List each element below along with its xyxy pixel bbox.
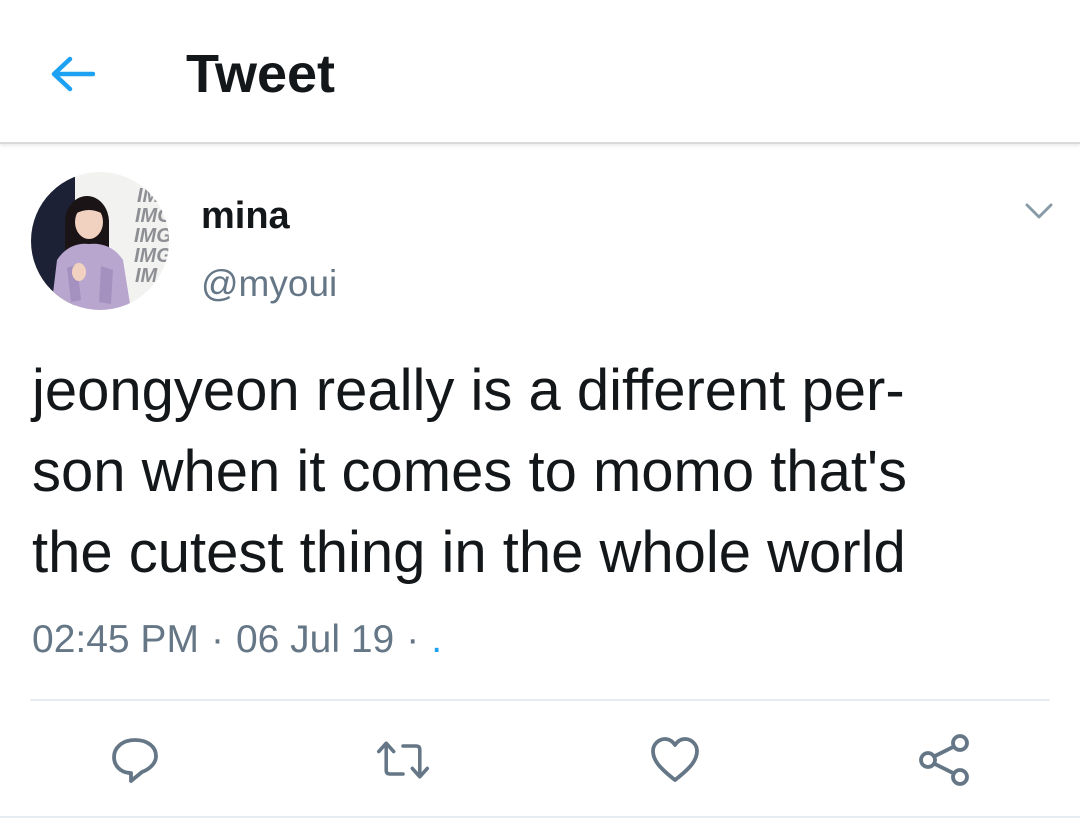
more-options-button[interactable] (1018, 194, 1060, 228)
separator: · (210, 618, 224, 661)
arrow-left-icon (51, 56, 95, 92)
reply-icon (112, 738, 158, 783)
tweet-text-line: the cutest thing in the whole world (32, 520, 906, 585)
avatar-backdrop-text: IM (137, 185, 161, 207)
divider (0, 816, 1080, 818)
tweet-time: 02:45 PM (32, 618, 199, 661)
share-button[interactable] (916, 732, 972, 788)
heart-icon (651, 737, 699, 782)
tweet-text-line: jeongyeon really is a different per- (32, 358, 905, 423)
retweet-icon (376, 741, 430, 779)
author-name[interactable]: mina (201, 192, 290, 240)
chevron-down-icon (1025, 203, 1053, 219)
page-title: Tweet (186, 44, 336, 104)
divider (30, 699, 1050, 701)
reply-button[interactable] (107, 732, 163, 788)
avatar[interactable]: IM IMG IMG IMG IM (31, 172, 169, 310)
avatar-backdrop-text: IMG (135, 205, 169, 227)
retweet-button[interactable] (375, 732, 431, 788)
tweet-text-line: son when it comes to momo that's (32, 439, 908, 504)
app-header: Tweet (0, 0, 1080, 144)
author-handle[interactable]: @myoui (201, 260, 337, 308)
avatar-image: IM IMG IMG IMG IM (31, 172, 169, 310)
tweet-text: jeongyeon really is a different per- son… (32, 350, 1062, 593)
back-button[interactable] (40, 42, 104, 106)
avatar-backdrop-text: IMG (134, 225, 169, 247)
tweet-metadata: 02:45 PM · 06 Jul 19 ·. (32, 614, 442, 666)
tweet-source-link[interactable]: . (431, 618, 442, 661)
share-icon (919, 734, 969, 786)
tweet-date: 06 Jul 19 (235, 618, 395, 661)
like-button[interactable] (647, 732, 703, 788)
separator: · (406, 618, 420, 661)
avatar-backdrop-text: IM (135, 265, 159, 287)
avatar-backdrop-text: IMG (134, 245, 169, 267)
